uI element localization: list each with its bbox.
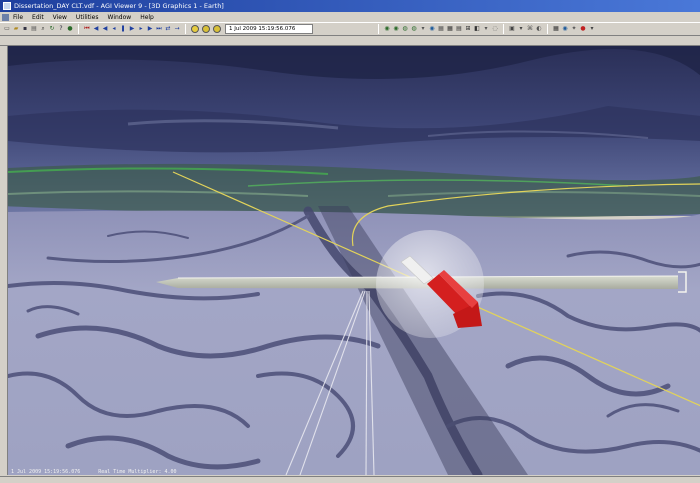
- toolbar-divider: [185, 24, 186, 34]
- menu-view[interactable]: View: [53, 14, 67, 21]
- clock-back-icon[interactable]: [202, 25, 210, 33]
- frame-strip: [0, 36, 700, 46]
- bottom-frame: [0, 476, 700, 483]
- save-icon[interactable]: ▪: [21, 25, 29, 34]
- open-icon[interactable]: ▰: [12, 25, 20, 34]
- toolbar-options-icon[interactable]: ▾: [588, 25, 596, 34]
- toolbar-divider: [503, 24, 504, 34]
- snapshot-icon[interactable]: ◌: [491, 25, 499, 34]
- info-icon[interactable]: ●: [66, 25, 74, 34]
- realtime-icon[interactable]: ⏭: [155, 25, 163, 34]
- record-icon[interactable]: ◧: [473, 25, 481, 34]
- dropdown-icon[interactable]: ▾: [517, 25, 525, 34]
- menu-file[interactable]: File: [13, 14, 23, 21]
- toolbar-divider: [547, 24, 548, 34]
- new-icon[interactable]: ▭: [3, 25, 11, 34]
- grid-icon[interactable]: ▦: [446, 25, 454, 34]
- print-icon[interactable]: ▤: [30, 25, 38, 34]
- viewport-status: 1 Jul 2009 15:19:56.076 Real Time Multip…: [7, 468, 700, 476]
- window-title: Dissertation_DAY CLT.vdf - AGI Viewer 9 …: [14, 2, 224, 10]
- view-to-icon[interactable]: ◍: [410, 25, 418, 34]
- reset-icon[interactable]: ⏮: [83, 25, 91, 34]
- 3d-graphics-viewport[interactable]: [7, 46, 700, 475]
- globe-icon[interactable]: ◉: [383, 25, 391, 34]
- graphics-properties-icon[interactable]: ▣: [508, 25, 516, 34]
- stop-icon[interactable]: ●: [579, 25, 587, 34]
- status-mode: Real Time Multiplier: 4.00: [98, 469, 177, 475]
- map-icon[interactable]: ▦: [552, 25, 560, 34]
- view-from-icon[interactable]: ◍: [401, 25, 409, 34]
- reverse-icon[interactable]: ◀: [101, 25, 109, 34]
- pause-icon[interactable]: ❚: [119, 25, 127, 34]
- faster-icon[interactable]: ▸: [137, 25, 145, 34]
- measure-icon[interactable]: ▤: [455, 25, 463, 34]
- menu-edit[interactable]: Edit: [32, 14, 44, 21]
- view-home-icon[interactable]: ◉: [392, 25, 400, 34]
- split-view-icon[interactable]: ⊞: [464, 25, 472, 34]
- earth-view-icon[interactable]: ◉: [561, 25, 569, 34]
- status-time: 1 Jul 2009 15:19:56.076: [11, 469, 81, 475]
- layers-icon[interactable]: ▦: [437, 25, 445, 34]
- document-icon[interactable]: [2, 13, 9, 21]
- menu-utilities[interactable]: Utilities: [76, 14, 99, 21]
- orientation-icon[interactable]: ▾: [419, 25, 427, 34]
- menu-window[interactable]: Window: [108, 14, 132, 21]
- earth-icon[interactable]: ◉: [428, 25, 436, 34]
- slower-icon[interactable]: ◂: [110, 25, 118, 34]
- star-icon[interactable]: ✦: [570, 25, 578, 34]
- animation-mode-icon[interactable]: ⇄: [164, 25, 172, 34]
- menu-help[interactable]: Help: [140, 14, 154, 21]
- step-back-icon[interactable]: ◀: [92, 25, 100, 34]
- step-forward-icon[interactable]: ▶: [146, 25, 154, 34]
- zoom-icon[interactable]: ⌕: [39, 25, 47, 34]
- clock-icon[interactable]: [191, 25, 199, 33]
- clock-forward-icon[interactable]: [213, 25, 221, 33]
- toolbar-divider: [78, 24, 79, 34]
- app-icon: [3, 2, 11, 10]
- properties-icon[interactable]: ▾: [482, 25, 490, 34]
- toolbar-divider: [378, 24, 379, 34]
- refresh-icon[interactable]: ↻: [48, 25, 56, 34]
- link-icon[interactable]: ⌘: [526, 25, 534, 34]
- title-bar: Dissertation_DAY CLT.vdf - AGI Viewer 9 …: [0, 0, 700, 12]
- hide-icon[interactable]: ◐: [535, 25, 543, 34]
- play-icon[interactable]: ▶: [128, 25, 136, 34]
- left-frame: [0, 46, 7, 476]
- earth-scene: [8, 46, 700, 475]
- menu-bar: File Edit View Utilities Window Help: [0, 12, 700, 22]
- main-toolbar: ▭ ▰ ▪ ▤ ⌕ ↻ ? ● ⏮ ◀ ◀ ◂ ❚ ▶ ▸ ▶ ⏭ ⇄ → 1 …: [0, 22, 700, 36]
- arrow-right-icon[interactable]: →: [173, 25, 181, 34]
- current-time-field[interactable]: 1 Jul 2009 15:19:56.076: [225, 24, 313, 34]
- help-icon[interactable]: ?: [57, 25, 65, 34]
